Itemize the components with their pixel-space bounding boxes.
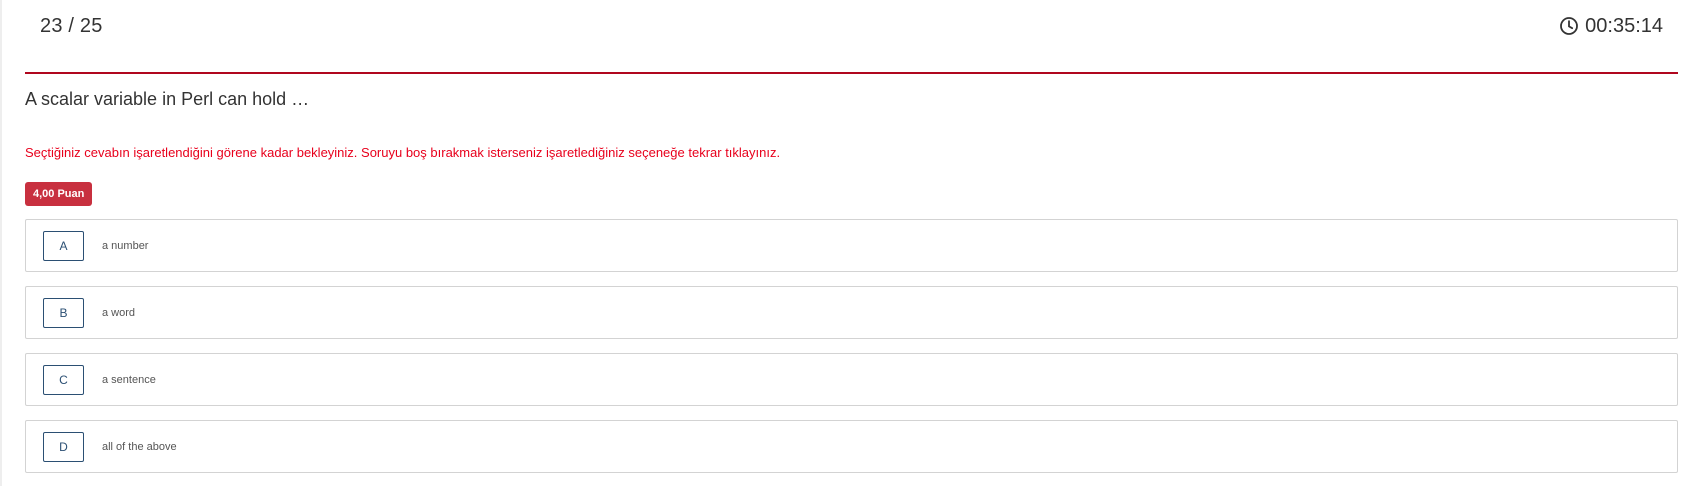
answer-options: A a number B a word C a sentence D all o… [25,219,1678,487]
option-letter[interactable]: A [43,231,84,261]
option-d[interactable]: D all of the above [25,420,1678,473]
page-left-border [0,0,2,486]
option-text: a word [102,307,136,319]
option-letter[interactable]: C [43,365,84,395]
option-c[interactable]: C a sentence [25,353,1678,406]
option-letter[interactable]: B [43,298,84,328]
points-badge: 4,00 Puan [25,182,93,206]
option-text: all of the above [102,441,177,453]
exam-timer: 00:35:14 [1559,14,1663,38]
option-text: a number [102,240,149,252]
question-text: A scalar variable in Perl can hold … [25,89,310,109]
header-divider [25,72,1678,74]
selection-warning: Seçtiğiniz cevabın işaretlendiğini gören… [25,145,781,160]
option-text: a sentence [102,374,156,386]
quiz-header: 23 / 25 00:35:14 [0,0,1693,50]
question-counter: 23 / 25 [40,15,103,37]
option-b[interactable]: B a word [25,286,1678,339]
clock-icon [1559,16,1579,36]
option-a[interactable]: A a number [25,219,1678,272]
option-letter[interactable]: D [43,432,84,462]
timer-value: 00:35:14 [1585,15,1663,37]
